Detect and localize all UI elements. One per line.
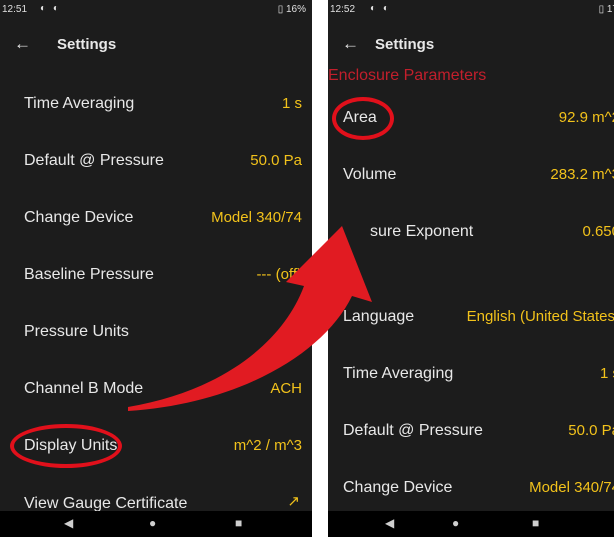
page-title: Settings [57,36,117,53]
nav-back-icon[interactable]: ◀ [64,516,73,530]
setting-row-pressure-exponent[interactable]: sure Exponent 0.650 [328,212,614,252]
setting-row-default-pressure[interactable]: Default @ Pressure 50.0 Pa [0,141,312,181]
setting-label: Baseline Pressure [24,266,154,283]
setting-value: English (United States) [466,308,614,325]
setting-row-baseline-pressure[interactable]: Baseline Pressure --- (off) [0,255,312,295]
page-title: Settings [375,36,435,53]
nav-home-icon[interactable]: ● [452,516,459,530]
setting-value: 1 s [599,365,614,382]
setting-value: 92.9 m^2 [558,109,614,126]
setting-value: 283.2 m^3 [550,166,614,183]
setting-value: --- (off) [256,266,302,283]
section-header-gauge: uge [328,267,355,284]
setting-value: 50.0 Pa [250,152,302,169]
battery-icon: ▯ 17 [598,4,614,15]
setting-label: Volume [343,166,397,183]
setting-label: sure Exponent [370,223,474,240]
setting-value: P [291,323,302,340]
highlight-circle [332,97,394,140]
status-bar: 12:51 ◐ ◐ ▯ 16% [0,0,312,20]
arrow-left-icon[interactable]: ← [342,34,359,54]
setting-label: Time Averaging [343,365,454,382]
setting-value: Model 340/74 [211,209,302,226]
setting-label: Channel B Mode [24,380,144,397]
setting-row-volume[interactable]: Volume 283.2 m^3 [328,155,614,195]
setting-label: Change Device [343,479,453,496]
setting-value: m^2 / m^3 [233,437,302,454]
highlight-circle [10,424,122,468]
setting-label: Time Averaging [24,95,135,112]
setting-label: Default @ Pressure [343,422,483,439]
status-time: 12:52 [330,4,356,15]
setting-label: Pressure Units [24,323,129,340]
setting-value: 50.0 Pa [568,422,614,439]
nav-recents-icon[interactable]: ■ [532,516,539,530]
setting-row-pressure-units[interactable]: Pressure Units P [0,312,312,352]
nav-back-icon[interactable]: ◀ [385,516,394,530]
status-bar: 12:52 ◐ ◐ ▯ 17 [328,0,614,20]
setting-row-language[interactable]: Language English (United States) [328,297,614,337]
app-bar: ← Settings [328,28,614,62]
open-external-icon[interactable]: ↗ [287,492,300,510]
left-screen: 12:51 ◐ ◐ ▯ 16% ← Settings Time Averagin… [0,0,312,537]
setting-row-time-averaging[interactable]: Time Averaging 1 s [0,84,312,124]
app-bar: ← Settings [0,28,312,62]
setting-value: 0.650 [582,223,614,240]
nav-home-icon[interactable]: ● [149,516,156,530]
section-header-enclosure: Enclosure Parameters [328,67,487,84]
setting-value: 1 s [281,95,302,112]
setting-row-change-device[interactable]: Change Device Model 340/74 [328,468,614,508]
setting-row-time-averaging[interactable]: Time Averaging 1 s [328,354,614,394]
nav-bar: ◀ ● ■ [328,511,614,537]
nav-recents-icon[interactable]: ■ [235,516,242,530]
status-time: 12:51 [2,4,28,15]
arrow-left-icon[interactable]: ← [14,34,31,54]
setting-row-default-pressure[interactable]: Default @ Pressure 50.0 Pa [328,411,614,451]
setting-row-channel-b-mode[interactable]: Channel B Mode ACH [0,369,312,409]
battery-icon: ▯ 16% [277,4,306,15]
notification-icon: ◐ ◐ [370,3,391,14]
notification-icon: ◐ ◐ [40,3,61,14]
setting-value: Model 340/74 [529,479,614,496]
setting-label: Language [343,308,415,325]
nav-bar: ◀ ● ■ [0,511,312,537]
setting-row-change-device[interactable]: Change Device Model 340/74 [0,198,312,238]
setting-label: Change Device [24,209,134,226]
setting-value: ACH [270,380,302,397]
right-screen: 12:52 ◐ ◐ ▯ 17 ← Settings Enclosure Para… [328,0,614,537]
setting-label: Default @ Pressure [24,152,164,169]
